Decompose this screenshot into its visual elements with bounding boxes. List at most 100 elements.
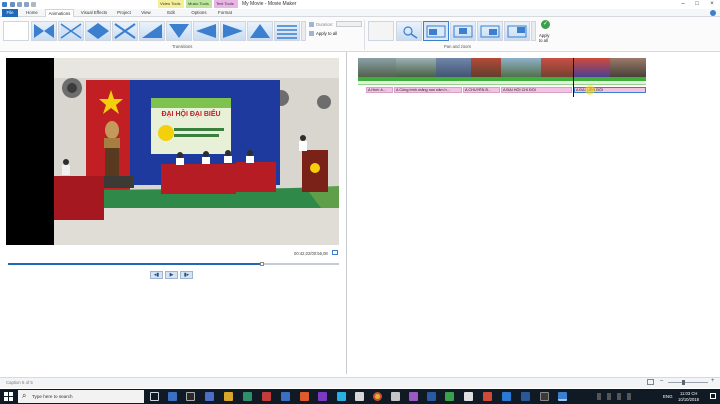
- app-icon-17[interactable]: [464, 392, 473, 401]
- transition-1[interactable]: [31, 21, 57, 41]
- clock-time[interactable]: 11:03 CH: [680, 391, 697, 396]
- tray-icons[interactable]: [597, 393, 637, 400]
- app-icon-14[interactable]: [409, 392, 418, 401]
- transitions-gallery-scroll[interactable]: [301, 21, 306, 41]
- transition-8[interactable]: [220, 21, 246, 41]
- video-preview[interactable]: ĐẠI HỘI ĐẠI BIỂU: [6, 58, 339, 245]
- chrome-icon[interactable]: [373, 392, 382, 401]
- clip-7[interactable]: [574, 58, 610, 79]
- next-frame-button[interactable]: ▮▸: [180, 271, 193, 279]
- task-view-icon[interactable]: [150, 392, 159, 401]
- clip-5[interactable]: [501, 58, 541, 79]
- zoom-in-icon[interactable]: +: [711, 378, 715, 384]
- tab-file[interactable]: File: [2, 9, 18, 17]
- app-icon-8[interactable]: [300, 392, 309, 401]
- apply-to-all-big-button[interactable]: ✓ Apply to all: [538, 20, 554, 46]
- clip-1[interactable]: [358, 58, 396, 79]
- save-icon[interactable]: [10, 2, 15, 7]
- search-placeholder: Type here to search: [32, 394, 73, 399]
- seek-bar[interactable]: [8, 262, 339, 266]
- clip-6[interactable]: [541, 58, 574, 79]
- play-button[interactable]: ▶: [165, 271, 178, 279]
- pan-zoom-4[interactable]: [504, 21, 530, 41]
- app-icon-9[interactable]: [318, 392, 327, 401]
- redo-icon[interactable]: [24, 2, 29, 7]
- pane-splitter[interactable]: [346, 52, 347, 374]
- search-icon: ⌕: [22, 391, 27, 400]
- undo-icon[interactable]: [17, 2, 22, 7]
- tab-project[interactable]: Project: [114, 9, 134, 17]
- playhead[interactable]: [573, 58, 574, 97]
- duration-label: Duration:: [316, 22, 334, 27]
- zoom-out-icon[interactable]: –: [660, 378, 663, 384]
- caption-item-3[interactable]: A CHUYÊN Đ...: [463, 87, 500, 93]
- svg-text:ĐẠI HỘI ĐẠI BIỂU: ĐẠI HỘI ĐẠI BIỂU: [161, 109, 220, 118]
- search-box[interactable]: ⌕ Type here to search: [18, 390, 144, 403]
- transition-none[interactable]: [3, 21, 29, 41]
- tab-animations[interactable]: Animations: [45, 9, 74, 17]
- duration-select[interactable]: [336, 21, 362, 27]
- word-icon[interactable]: [521, 392, 530, 401]
- tab-view[interactable]: View: [138, 9, 154, 17]
- caption-item-4[interactable]: A ĐẠI HỘI CHI ĐỘI: [501, 87, 572, 93]
- apply-all-transitions-button[interactable]: Apply to all: [316, 31, 337, 36]
- pan-zoom-2[interactable]: [450, 21, 476, 41]
- tab-home[interactable]: Home: [22, 9, 42, 17]
- app-icon-5[interactable]: [243, 392, 252, 401]
- app-icon-21[interactable]: [540, 392, 549, 401]
- previous-frame-button[interactable]: ◂▮: [150, 271, 163, 279]
- clip-4[interactable]: [471, 58, 501, 79]
- notification-icon[interactable]: [710, 393, 716, 399]
- pan-zoom-none[interactable]: [368, 21, 394, 41]
- pan-zoom-3[interactable]: [477, 21, 503, 41]
- app-icon-3[interactable]: [205, 392, 214, 401]
- app-icon-10[interactable]: [337, 392, 346, 401]
- clip-8[interactable]: [610, 58, 646, 79]
- transition-10[interactable]: [274, 21, 300, 41]
- app-icon-15[interactable]: [427, 392, 436, 401]
- clip-2[interactable]: [396, 58, 436, 79]
- caption-item-1[interactable]: A Hình ả...: [366, 87, 393, 93]
- close-button[interactable]: ×: [705, 0, 719, 9]
- pan-zoom-1[interactable]: [423, 21, 449, 41]
- transition-7[interactable]: [193, 21, 219, 41]
- caption-item-2[interactable]: A Công trình măng non năm h...: [394, 87, 462, 93]
- app-icon-7[interactable]: [281, 392, 290, 401]
- app-icon-19[interactable]: [502, 392, 511, 401]
- transition-9[interactable]: [247, 21, 273, 41]
- transition-3[interactable]: [85, 21, 111, 41]
- app-icon-1[interactable]: [168, 392, 177, 401]
- tab-edit[interactable]: Edit: [163, 9, 179, 17]
- pan-zoom-automatic[interactable]: [396, 21, 422, 41]
- seek-thumb[interactable]: [259, 262, 264, 266]
- help-icon[interactable]: [710, 10, 716, 16]
- app-icon-16[interactable]: [445, 392, 454, 401]
- language-indicator[interactable]: ENG: [663, 394, 673, 399]
- preview-frame: ĐẠI HỘI ĐẠI BIỂU: [6, 58, 339, 245]
- app-icon-6[interactable]: [262, 392, 271, 401]
- app-icon-13[interactable]: [391, 392, 400, 401]
- app-icon-11[interactable]: [355, 392, 364, 401]
- storyboard-view-icon[interactable]: [647, 379, 654, 385]
- minimize-button[interactable]: –: [676, 0, 690, 9]
- windows-start-icon[interactable]: [4, 392, 13, 401]
- tab-format[interactable]: Format: [215, 9, 235, 17]
- app-icon-18[interactable]: [483, 392, 492, 401]
- transition-5[interactable]: [139, 21, 165, 41]
- transition-6[interactable]: [166, 21, 192, 41]
- tab-options[interactable]: Options: [188, 9, 210, 17]
- fullscreen-icon[interactable]: [332, 250, 338, 255]
- app-icon-2[interactable]: [186, 392, 195, 401]
- customize-toolbar-icon[interactable]: [31, 2, 36, 7]
- zoom-thumb[interactable]: [682, 380, 685, 385]
- app-icon-4[interactable]: [224, 392, 233, 401]
- transition-4[interactable]: [112, 21, 138, 41]
- maximize-button[interactable]: □: [690, 0, 704, 9]
- movie-maker-taskbar-icon[interactable]: [558, 392, 567, 401]
- pan-zoom-gallery-scroll[interactable]: [531, 21, 536, 41]
- clip-3[interactable]: [436, 58, 471, 79]
- tab-visual-effects[interactable]: Visual Effects: [78, 9, 110, 17]
- zoom-slider[interactable]: [668, 380, 708, 385]
- clock-date[interactable]: 10/10/2018: [678, 397, 699, 402]
- transition-2[interactable]: [58, 21, 84, 41]
